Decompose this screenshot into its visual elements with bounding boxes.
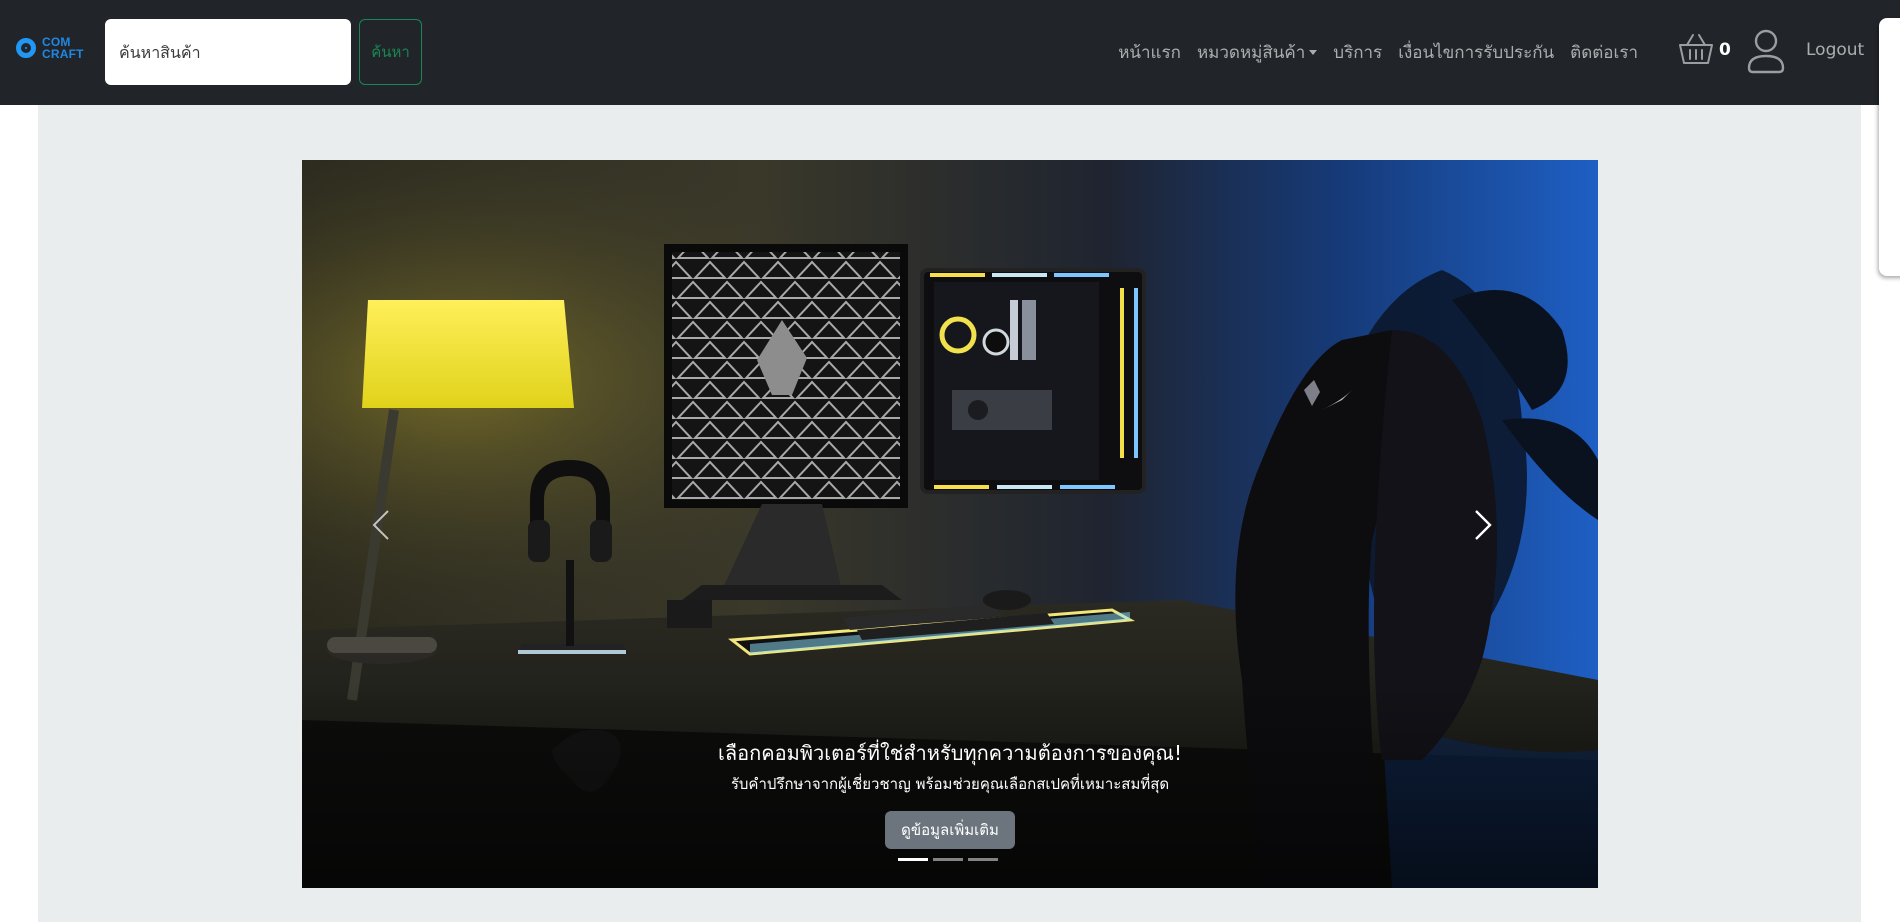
user-icon (1747, 29, 1785, 74)
carousel-indicator-3[interactable] (968, 858, 998, 861)
carousel-caption-title: เลือกคอมพิวเตอร์ที่ใช่สำหรับทุกความต้องก… (718, 741, 1182, 765)
search-button[interactable]: ค้นหา (359, 19, 422, 85)
logo-wordmark: COM CRAFT (42, 36, 90, 60)
search-input[interactable] (105, 19, 351, 85)
logout-link[interactable]: Logout (1806, 40, 1864, 60)
logo-ring-icon (16, 38, 36, 58)
navbar: COM CRAFT ค้นหา หน้าแรก หมวดหมู่สินค้า บ… (0, 0, 1900, 105)
carousel-indicator-1[interactable] (898, 858, 928, 861)
nav-item-home[interactable]: หน้าแรก (1118, 39, 1181, 66)
carousel-next-button[interactable] (1452, 490, 1512, 560)
more-info-button[interactable]: ดูข้อมูลเพิ่มเติม (885, 811, 1015, 849)
logo-line-2: CRAFT (42, 47, 84, 61)
nav-item-categories-label: หมวดหมู่สินค้า (1196, 43, 1306, 63)
carousel-indicators (898, 858, 998, 861)
cart-count: 0 (1719, 40, 1731, 60)
brand-logo[interactable]: COM CRAFT (16, 34, 88, 70)
basket-icon (1679, 34, 1713, 64)
hero-carousel: เลือกคอมพิวเตอร์ที่ใช่สำหรับทุกความต้องก… (302, 160, 1598, 888)
caret-down-icon (1309, 50, 1318, 55)
nav-item-warranty[interactable]: เงื่อนไขการรับประกัน (1398, 39, 1554, 66)
chevron-left-icon (372, 510, 389, 540)
carousel-indicator-2[interactable] (933, 858, 963, 861)
nav-item-contact[interactable]: ติดต่อเรา (1570, 39, 1638, 66)
cart-button[interactable]: 0 (1678, 30, 1738, 74)
nav-menu: หน้าแรก หมวดหมู่สินค้า บริการ เงื่อนไขกา… (1118, 0, 1638, 105)
chevron-right-icon (1475, 510, 1492, 540)
user-button[interactable] (1746, 28, 1786, 76)
carousel-caption-subtitle: รับคำปรึกษาจากผู้เชี่ยวชาญ พร้อมช่วยคุณเ… (730, 775, 1170, 793)
nav-item-services[interactable]: บริการ (1333, 39, 1382, 66)
carousel-prev-button[interactable] (352, 490, 412, 560)
nav-item-categories[interactable]: หมวดหมู่สินค้า (1196, 39, 1318, 66)
side-panel (1879, 18, 1900, 276)
